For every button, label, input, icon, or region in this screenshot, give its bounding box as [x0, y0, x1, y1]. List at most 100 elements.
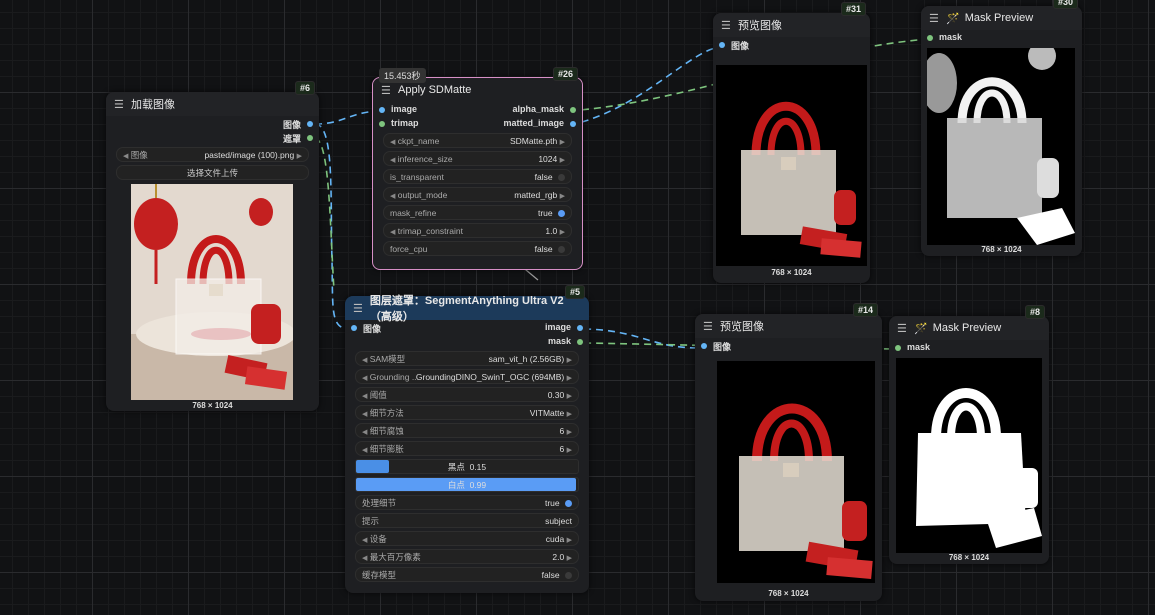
arrow-left-icon[interactable]: ◀ [390, 193, 395, 200]
arrow-right-icon[interactable]: ▶ [560, 157, 565, 164]
arrow-left-icon[interactable]: ◀ [390, 139, 395, 146]
widget-label: 最大百万像素 [369, 551, 421, 562]
output-slot-image[interactable] [307, 121, 313, 127]
node-header[interactable]: ☰ 预览图像 [695, 314, 882, 338]
widget-device[interactable]: ◀ 设备 cuda ▶ [355, 531, 579, 546]
input-slot-image[interactable] [379, 107, 385, 113]
toggle-on-icon[interactable] [558, 209, 565, 217]
node-header[interactable]: ☰ 预览图像 [713, 13, 870, 37]
arrow-right-icon[interactable]: ▶ [560, 229, 565, 236]
arrow-left-icon[interactable]: ◀ [362, 411, 367, 418]
input-slot-mask[interactable] [927, 35, 933, 41]
widget-process-detail[interactable]: 处理细节 true [355, 495, 579, 510]
widget-label: 细节方法 [369, 407, 404, 418]
output-slot-mask[interactable] [577, 339, 583, 345]
upload-button[interactable]: 选择文件上传 [116, 165, 309, 180]
arrow-left-icon[interactable]: ◀ [362, 555, 367, 562]
widget-value: false [541, 569, 560, 580]
toggle-off-icon[interactable] [558, 245, 565, 253]
menu-icon[interactable]: ☰ [703, 320, 713, 333]
widget-inference-size[interactable]: ◀ inference_size 1024 ▶ [383, 151, 572, 166]
arrow-right-icon[interactable]: ▶ [567, 357, 572, 364]
arrow-left-icon[interactable]: ◀ [362, 375, 367, 382]
output-label-mask: 遮罩 [282, 134, 301, 144]
node-preview-31[interactable]: #31 ☰ 预览图像 图像 768 × 1024 [713, 2, 870, 283]
node-preview-14[interactable]: #14 ☰ 预览图像 图像 768 × 1024 [695, 303, 882, 601]
widget-grounding-model[interactable]: ◀ Grounding ... GroundingDINO_SwinT_OGC … [355, 369, 579, 384]
menu-icon[interactable]: ☰ [381, 84, 391, 97]
widget-prompt[interactable]: 提示 subject [355, 513, 579, 528]
input-slot-image[interactable] [351, 325, 357, 331]
arrow-left-icon[interactable]: ◀ [362, 429, 367, 436]
arrow-right-icon[interactable]: ▶ [567, 447, 572, 454]
arrow-right-icon[interactable]: ▶ [567, 393, 572, 400]
arrow-right-icon[interactable]: ▶ [567, 537, 572, 544]
input-slot-image[interactable] [701, 343, 707, 349]
slider-white-point[interactable]: 白点 0.99 [355, 477, 579, 492]
widget-detail-dilate[interactable]: ◀ 细节膨胀 6 ▶ [355, 441, 579, 456]
output-slot-alpha-mask[interactable] [570, 107, 576, 113]
widget-mask-refine[interactable]: mask_refine true [383, 205, 572, 220]
node-apply-sdmatte[interactable]: 15.453秒 #26 ☰ Apply SDMatte image alpha_… [372, 67, 583, 270]
menu-icon[interactable]: ☰ [114, 98, 124, 111]
menu-icon[interactable]: ☰ [929, 12, 939, 25]
image-select-widget[interactable]: ◀ 图像 pasted/image (100).png ▶ [116, 147, 309, 162]
arrow-right-icon[interactable]: ▶ [560, 193, 565, 200]
widget-value: GroundingDINO_SwinT_OGC (694MB) [415, 371, 565, 382]
widget-output-mode[interactable]: ◀ output_mode matted_rgb ▶ [383, 187, 572, 202]
arrow-right-icon[interactable]: ▶ [567, 375, 572, 382]
arrow-right-icon[interactable]: ▶ [567, 429, 572, 436]
widget-cache-model[interactable]: 缓存模型 false [355, 567, 579, 582]
widget-ckpt-name[interactable]: ◀ ckpt_name SDMatte.pth ▶ [383, 133, 572, 148]
menu-icon[interactable]: ☰ [353, 302, 363, 315]
node-load-image[interactable]: #6 ☰ 加载图像 图像 遮罩 ◀ 图像 pasted/image (100).… [106, 81, 319, 411]
input-slot-image[interactable] [719, 42, 725, 48]
arrow-left-icon[interactable]: ◀ [123, 153, 128, 160]
node-header[interactable]: ☰ 图层遮罩：SegmentAnything Ultra V2（高级） [345, 295, 589, 323]
menu-icon[interactable]: ☰ [721, 19, 731, 32]
upload-button-label: 选择文件上传 [186, 167, 238, 178]
widget-value: 1024 [538, 153, 558, 164]
widget-label: 提示 [362, 515, 380, 526]
input-slot-trimap[interactable] [379, 121, 385, 127]
node-mask-preview-8[interactable]: #8 ☰ 🪄 Mask Preview mask 768 × 1024 [889, 305, 1049, 564]
arrow-left-icon[interactable]: ◀ [362, 393, 367, 400]
arrow-right-icon[interactable]: ▶ [560, 139, 565, 146]
arrow-right-icon[interactable]: ▶ [567, 555, 572, 562]
widget-label: is_transparent [390, 171, 444, 182]
arrow-left-icon[interactable]: ◀ [390, 229, 395, 236]
widget-is-transparent[interactable]: is_transparent false [383, 169, 572, 184]
widget-value: 2.0 [552, 551, 565, 562]
toggle-on-icon[interactable] [565, 499, 572, 507]
toggle-off-icon[interactable] [558, 173, 565, 181]
node-segment-anything[interactable]: #5 ☰ 图层遮罩：SegmentAnything Ultra V2（高级） 图… [345, 285, 589, 593]
output-slot-mask[interactable] [307, 135, 313, 141]
widget-max-megapixels[interactable]: ◀ 最大百万像素 2.0 ▶ [355, 549, 579, 564]
node-mask-preview-30[interactable]: #30 ☰ 🪄 Mask Preview mask 768 × 1024 [921, 0, 1082, 256]
widget-detail-method[interactable]: ◀ 细节方法 VITMatte ▶ [355, 405, 579, 420]
node-header[interactable]: ☰ 加载图像 [106, 92, 319, 116]
widget-detail-erode[interactable]: ◀ 细节腐蚀 6 ▶ [355, 423, 579, 438]
menu-icon[interactable]: ☰ [897, 322, 907, 335]
input-slot-mask[interactable] [895, 345, 901, 351]
widget-sam-model[interactable]: ◀ SAM模型 sam_vit_h (2.56GB) ▶ [355, 351, 579, 366]
image-size-caption: 768 × 1024 [948, 553, 990, 562]
output-slot-image[interactable] [577, 325, 583, 331]
input-row: 图像 [695, 338, 882, 352]
arrow-left-icon[interactable]: ◀ [362, 357, 367, 364]
toggle-off-icon[interactable] [565, 571, 572, 579]
widget-force-cpu[interactable]: force_cpu false [383, 241, 572, 256]
arrow-right-icon[interactable]: ▶ [297, 153, 302, 160]
arrow-right-icon[interactable]: ▶ [567, 411, 572, 418]
arrow-left-icon[interactable]: ◀ [362, 447, 367, 454]
widget-label: Grounding ... [369, 371, 416, 382]
node-header[interactable]: ☰ 🪄 Mask Preview [921, 6, 1082, 30]
arrow-left-icon[interactable]: ◀ [390, 157, 395, 164]
output-slot-matted-image[interactable] [570, 121, 576, 127]
slider-black-point[interactable]: 黑点 0.15 [355, 459, 579, 474]
node-header[interactable]: ☰ 🪄 Mask Preview [889, 316, 1049, 340]
arrow-left-icon[interactable]: ◀ [362, 537, 367, 544]
widget-label: 设备 [369, 533, 387, 544]
widget-trimap-constraint[interactable]: ◀ trimap_constraint 1.0 ▶ [383, 223, 572, 238]
widget-threshold[interactable]: ◀ 阈值 0.30 ▶ [355, 387, 579, 402]
